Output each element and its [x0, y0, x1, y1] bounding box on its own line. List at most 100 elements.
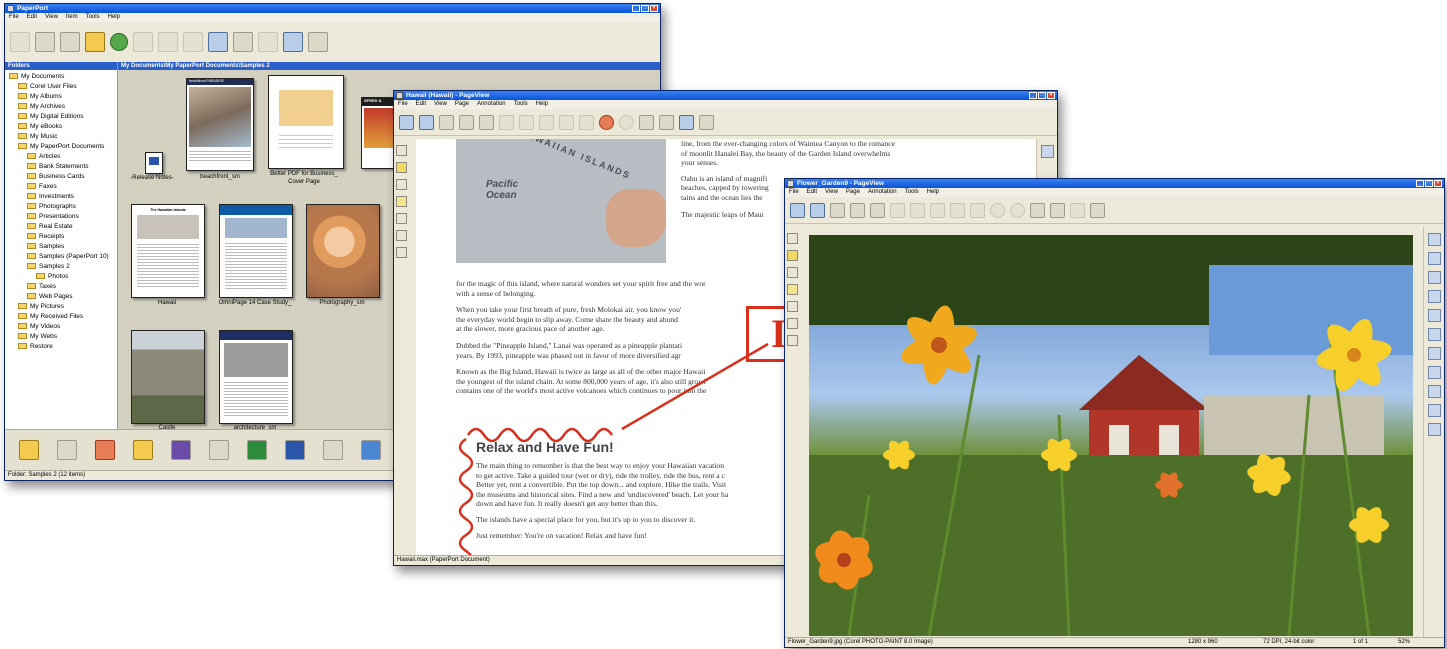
brightness-icon[interactable] — [1427, 347, 1441, 360]
note-tool-icon[interactable] — [396, 196, 407, 207]
desktop-icon[interactable] — [399, 114, 414, 130]
sft-icon[interactable] — [1427, 233, 1441, 246]
sft-icon[interactable] — [1040, 145, 1054, 158]
sharpen-icon[interactable] — [1427, 404, 1441, 417]
folder-tree-item[interactable]: Samples — [5, 242, 117, 252]
highlight-tool-icon[interactable] — [787, 250, 798, 261]
delete-icon[interactable] — [183, 32, 203, 52]
send-to-pdf-icon[interactable] — [95, 440, 115, 460]
folder-tree-item[interactable]: My Webs — [5, 332, 117, 342]
send-to-ocr-icon[interactable] — [209, 440, 229, 460]
thumb-photography[interactable] — [306, 204, 380, 298]
menu-view[interactable]: View — [45, 13, 58, 22]
menu-edit[interactable]: Edit — [27, 13, 37, 22]
note-tool-icon[interactable] — [787, 284, 798, 295]
folder-tree-item[interactable]: My Pictures — [5, 302, 117, 312]
thumbnail-view-icon[interactable] — [283, 32, 303, 52]
maximize-button[interactable]: □ — [1425, 180, 1433, 187]
zoom-out-icon[interactable] — [659, 114, 674, 130]
folder-tree-item[interactable]: My Archives — [5, 102, 117, 112]
straighten-icon[interactable] — [1427, 290, 1441, 303]
annotate-icon[interactable] — [233, 32, 253, 52]
folder-tree-item[interactable]: Photos — [5, 272, 117, 282]
redeye-icon[interactable] — [1427, 385, 1441, 398]
pen-tool-icon[interactable] — [787, 301, 798, 312]
export-icon[interactable] — [1427, 423, 1441, 436]
folder-tree-item[interactable]: Articles — [5, 152, 117, 162]
form-tool-icon[interactable] — [787, 335, 798, 346]
menu-help[interactable]: Help — [536, 100, 548, 109]
folder-tree-item[interactable]: My Digital Editions — [5, 112, 117, 122]
folder-tree-item[interactable]: Investments — [5, 192, 117, 202]
paste-icon[interactable] — [970, 202, 985, 218]
send-to-mail-icon[interactable] — [361, 440, 381, 460]
maximize-button[interactable]: □ — [641, 5, 649, 12]
contrast-icon[interactable] — [1427, 366, 1441, 379]
close-button[interactable]: × — [1047, 92, 1055, 99]
zoom-out-icon[interactable] — [1050, 202, 1065, 218]
form-tool-icon[interactable] — [396, 247, 407, 258]
redo-icon[interactable] — [619, 114, 634, 130]
menu-page[interactable]: Page — [455, 100, 469, 109]
thumb-better-pdf[interactable] — [268, 75, 344, 169]
thumb-omnipage[interactable] — [219, 204, 293, 298]
folder-tree-item[interactable]: Photographs — [5, 202, 117, 212]
rotate-icon[interactable] — [890, 202, 905, 218]
save-icon[interactable] — [679, 114, 694, 130]
desktop-icon[interactable] — [790, 202, 805, 218]
print-icon[interactable] — [699, 114, 714, 130]
copy-icon[interactable] — [559, 114, 574, 130]
send-to-notepad-icon[interactable] — [323, 440, 343, 460]
save-icon[interactable] — [1070, 202, 1085, 218]
folder-tree-item[interactable]: Faxes — [5, 182, 117, 192]
select-tool-icon[interactable] — [396, 145, 407, 156]
new-icon[interactable] — [10, 32, 30, 52]
close-button[interactable]: × — [650, 5, 658, 12]
folder-tree-item[interactable]: My Documents — [5, 72, 117, 82]
folder-tree-item[interactable]: My PaperPort Documents — [5, 142, 117, 152]
folder-icon[interactable] — [85, 32, 105, 52]
send-to-printer-icon[interactable] — [57, 440, 77, 460]
send-to-paint-icon[interactable] — [133, 440, 153, 460]
folder-tree-item[interactable]: My Received Files — [5, 312, 117, 322]
menu-view[interactable]: View — [825, 188, 838, 197]
paste-icon[interactable] — [579, 114, 594, 130]
folder-tree-item[interactable]: Receipts — [5, 232, 117, 242]
prev-page-icon[interactable] — [830, 202, 845, 218]
print-icon[interactable] — [1090, 202, 1105, 218]
menu-page[interactable]: Page — [846, 188, 860, 197]
close-button[interactable]: × — [1434, 180, 1442, 187]
undo-icon[interactable] — [990, 202, 1005, 218]
next-page-icon[interactable] — [850, 202, 865, 218]
menu-file[interactable]: File — [398, 100, 408, 109]
folder-tree-item[interactable]: My Videos — [5, 322, 117, 332]
copy-icon[interactable] — [950, 202, 965, 218]
page-view-icon[interactable] — [810, 202, 825, 218]
paperport-titlebar[interactable]: PaperPort _ □ × — [5, 4, 660, 13]
folder-tree-item[interactable]: Real Estate — [5, 222, 117, 232]
folder-tree-item[interactable]: Business Cards — [5, 172, 117, 182]
send-to-excel-icon[interactable] — [247, 440, 267, 460]
pen-tool-icon[interactable] — [396, 213, 407, 224]
menu-tools[interactable]: Tools — [86, 13, 100, 22]
send-to-word-icon[interactable] — [285, 440, 305, 460]
page-view-icon[interactable] — [419, 114, 434, 130]
stamp-tool-icon[interactable] — [396, 230, 407, 241]
folder-tree-item[interactable]: Samples (PaperPort 10) — [5, 252, 117, 262]
zoom-in-icon[interactable] — [639, 114, 654, 130]
crop-icon[interactable] — [519, 114, 534, 130]
zoom-in-icon[interactable] — [1030, 202, 1045, 218]
scan-icon[interactable] — [35, 32, 55, 52]
thumb-hawaii[interactable]: The Hawaiian Islands — [131, 204, 205, 298]
folder-tree-item[interactable]: Restore — [5, 342, 117, 352]
annotate-icon[interactable] — [870, 202, 885, 218]
copy-icon[interactable] — [133, 32, 153, 52]
cut-icon[interactable] — [930, 202, 945, 218]
text-tool-icon[interactable] — [396, 179, 407, 190]
rotate-icon[interactable] — [499, 114, 514, 130]
menu-edit[interactable]: Edit — [807, 188, 817, 197]
send-to-fax-icon[interactable] — [19, 440, 39, 460]
menu-file[interactable]: File — [9, 13, 19, 22]
cut-icon[interactable] — [539, 114, 554, 130]
page-view-icon[interactable] — [208, 32, 228, 52]
